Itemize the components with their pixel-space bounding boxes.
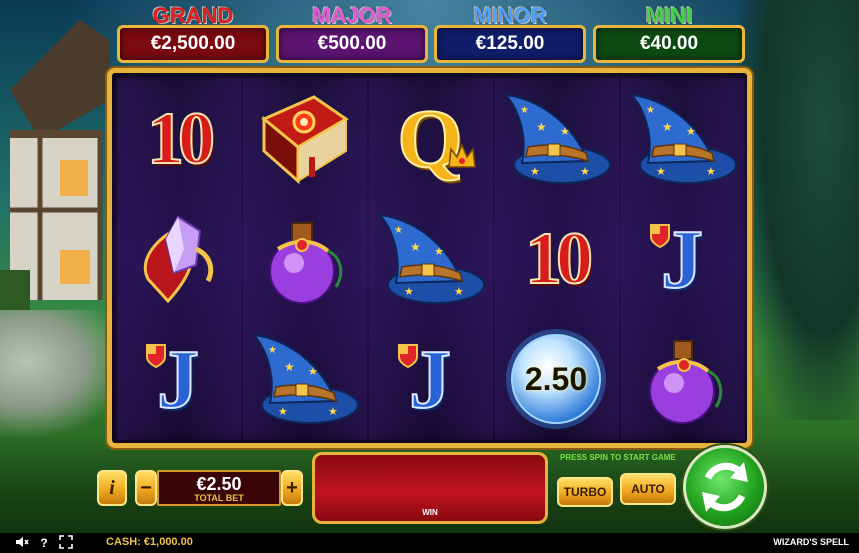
symbol-jack: J — [369, 321, 491, 437]
potion-icon — [649, 340, 723, 424]
svg-text:★: ★ — [656, 166, 666, 178]
spin-button[interactable] — [683, 445, 767, 529]
cottage-illustration — [0, 20, 110, 310]
reel-frame: 10 Q ★ ★ ★ ★ ★ ★ ★ ★ ★ ★ ★ ★ ★ ★ ★ 10 J … — [107, 68, 752, 448]
jackpot-grand: GRAND €2,500.00 — [117, 3, 269, 65]
cash-label: CASH: — [106, 536, 141, 548]
ten-symbol-text: 10 — [146, 97, 216, 181]
shield-icon — [146, 344, 166, 369]
symbol-jack: J — [117, 321, 239, 437]
wizard-hat-icon: ★ ★ ★ ★ ★ — [251, 333, 359, 424]
sound-off-icon[interactable] — [14, 535, 30, 551]
wizard-hat-icon: ★ ★ ★ ★ ★ — [503, 93, 611, 184]
symbol-spellbook — [243, 81, 365, 197]
symbol-ten: 10 — [495, 201, 617, 317]
symbol-potion — [621, 321, 743, 437]
jackpot-grand-value: €2,500.00 — [117, 25, 269, 63]
svg-text:★: ★ — [268, 345, 277, 356]
increase-bet-button[interactable]: + — [281, 470, 303, 506]
jackpot-major-value: €500.00 — [276, 25, 428, 63]
help-icon[interactable]: ? — [36, 535, 52, 551]
svg-text:★: ★ — [686, 126, 696, 138]
svg-text:★: ★ — [308, 366, 318, 378]
svg-text:★: ★ — [646, 105, 655, 116]
svg-text:★: ★ — [662, 120, 673, 134]
crystal-amulet-icon — [143, 215, 214, 304]
svg-text:★: ★ — [404, 286, 414, 298]
potion-icon — [269, 222, 343, 304]
press-spin-message: PRESS SPIN TO START GAME — [560, 453, 676, 462]
status-bar: ? CASH: €1,000.00 WIZARD'S SPELL — [0, 533, 859, 553]
symbol-wizard-hat: ★ ★ ★ ★ ★ — [621, 81, 743, 197]
svg-text:★: ★ — [394, 225, 403, 236]
fullscreen-icon[interactable] — [58, 535, 74, 551]
orb-value: 2.50 — [524, 360, 588, 397]
jackpot-mini: MINI €40.00 — [593, 3, 745, 65]
svg-text:★: ★ — [434, 246, 444, 258]
svg-text:★: ★ — [530, 166, 540, 178]
symbol-orb: 2.50 — [495, 321, 617, 437]
symbol-jack: J — [621, 201, 743, 317]
symbol-potion — [243, 201, 365, 317]
symbol-wizard-hat: ★ ★ ★ ★ ★ — [495, 81, 617, 197]
svg-text:★: ★ — [560, 126, 570, 138]
svg-text:★: ★ — [410, 240, 421, 254]
svg-text:★: ★ — [520, 105, 529, 116]
decrease-bet-button[interactable]: − — [135, 470, 157, 506]
jackpot-mini-value: €40.00 — [593, 25, 745, 63]
svg-text:★: ★ — [454, 286, 464, 298]
tree-background — [739, 0, 859, 420]
info-button[interactable]: i — [97, 470, 127, 506]
total-bet-value: €2.50 — [196, 474, 242, 494]
turbo-button[interactable]: TURBO — [557, 477, 613, 507]
win-label: WIN — [422, 508, 438, 517]
symbol-ten: 10 — [117, 81, 239, 197]
svg-text:★: ★ — [536, 120, 547, 134]
win-display: WIN — [312, 452, 548, 524]
wizard-hat-icon: ★ ★ ★ ★ ★ — [377, 213, 485, 304]
spin-arrows-icon — [702, 462, 748, 512]
queen-symbol-text: Q — [396, 92, 463, 187]
auto-button[interactable]: AUTO — [620, 473, 676, 505]
total-bet-display: €2.50 TOTAL BET — [157, 470, 281, 506]
jackpot-minor: MINOR €125.00 — [434, 3, 586, 65]
shield-icon — [398, 344, 418, 369]
svg-text:★: ★ — [278, 406, 288, 418]
ten-symbol-text: 10 — [524, 217, 594, 301]
cash-value: €1,000.00 — [143, 536, 193, 548]
jackpot-major: MAJOR €500.00 — [276, 3, 428, 65]
symbol-amulet — [117, 201, 239, 317]
spellbook-icon — [261, 95, 349, 185]
svg-text:★: ★ — [284, 360, 295, 374]
svg-text:★: ★ — [328, 406, 338, 418]
symbol-wizard-hat: ★ ★ ★ ★ ★ — [369, 201, 491, 317]
total-bet-label: TOTAL BET — [194, 493, 244, 503]
symbol-queen: Q — [369, 81, 491, 197]
wizard-hat-icon: ★ ★ ★ ★ ★ — [629, 93, 737, 184]
shield-icon — [650, 224, 670, 249]
svg-text:★: ★ — [706, 166, 716, 178]
game-title: WIZARD'S SPELL — [773, 537, 849, 547]
symbol-wizard-hat: ★ ★ ★ ★ ★ — [243, 321, 365, 437]
jackpot-minor-value: €125.00 — [434, 25, 586, 63]
crown-icon — [448, 143, 476, 168]
svg-text:★: ★ — [580, 166, 590, 178]
cash-display: CASH: €1,000.00 — [106, 536, 193, 548]
